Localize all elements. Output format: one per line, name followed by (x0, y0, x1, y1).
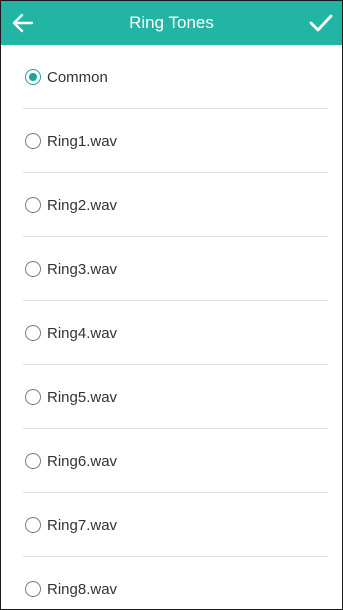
ringtone-option-ring8[interactable]: Ring8.wav (1, 557, 342, 609)
ringtone-label: Ring1.wav (47, 132, 118, 150)
ringtone-label: Ring4.wav (47, 324, 118, 342)
radio-checked-icon[interactable] (25, 69, 41, 85)
radio-unchecked-icon[interactable] (25, 453, 41, 469)
radio-unchecked-icon[interactable] (25, 133, 41, 149)
ringtone-option-ring7[interactable]: Ring7.wav (1, 493, 342, 557)
ringtone-option-ring4[interactable]: Ring4.wav (1, 301, 342, 365)
radio-unchecked-icon[interactable] (25, 581, 41, 597)
ringtone-label: Ring6.wav (47, 452, 118, 470)
ringtone-option-common[interactable]: Common (1, 45, 342, 109)
ringtone-label: Ring2.wav (47, 196, 118, 214)
back-button[interactable] (9, 10, 37, 36)
radio-unchecked-icon[interactable] (25, 389, 41, 405)
ringtone-option-ring6[interactable]: Ring6.wav (1, 429, 342, 493)
radio-unchecked-icon[interactable] (25, 517, 41, 533)
ringtone-option-ring3[interactable]: Ring3.wav (1, 237, 342, 301)
radio-unchecked-icon[interactable] (25, 325, 41, 341)
page-title: Ring Tones (129, 13, 214, 32)
ringtone-option-ring2[interactable]: Ring2.wav (1, 173, 342, 237)
radio-unchecked-icon[interactable] (25, 261, 41, 277)
title-bar: Ring Tones (1, 1, 342, 45)
ringtone-option-ring1[interactable]: Ring1.wav (1, 109, 342, 173)
ringtone-label: Ring7.wav (47, 516, 118, 534)
ring-tones-screen: Ring Tones Common Ring1.wav Ring2.wav Ri… (0, 0, 343, 610)
radio-unchecked-icon[interactable] (25, 197, 41, 213)
ringtone-label: Ring5.wav (47, 388, 118, 406)
ringtone-option-ring5[interactable]: Ring5.wav (1, 365, 342, 429)
confirm-button[interactable] (306, 9, 336, 37)
ringtone-label: Common (47, 68, 108, 86)
arrow-left-icon (12, 13, 34, 33)
ringtone-label: Ring3.wav (47, 260, 118, 278)
ringtone-list: Common Ring1.wav Ring2.wav Ring3.wav Rin… (1, 45, 342, 609)
ringtone-label: Ring8.wav (47, 580, 118, 598)
checkmark-icon (309, 14, 333, 32)
